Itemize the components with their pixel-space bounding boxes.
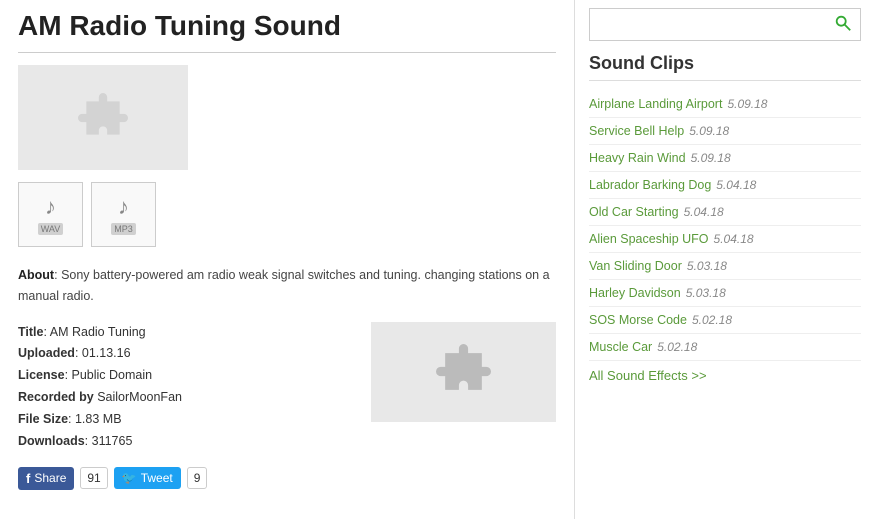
clip-date: 5.09.18 bbox=[727, 97, 767, 111]
facebook-share-button[interactable]: f Share bbox=[18, 467, 74, 490]
clip-name[interactable]: Labrador Barking Dog bbox=[589, 178, 711, 192]
downloads-label: Downloads bbox=[18, 434, 85, 448]
recorded-label: Recorded by bbox=[18, 390, 94, 404]
search-bar bbox=[589, 8, 861, 41]
info-details: Title: AM Radio Tuning Uploaded: 01.13.1… bbox=[18, 322, 207, 453]
clip-name[interactable]: Van Sliding Door bbox=[589, 259, 682, 273]
sound-clips-title: Sound Clips bbox=[589, 53, 861, 81]
license-value: Public Domain bbox=[72, 368, 153, 382]
list-item[interactable]: Van Sliding Door 5.03.18 bbox=[589, 253, 861, 280]
left-panel: AM Radio Tuning Sound ♪ WAV ♪ MP3 About:… bbox=[0, 0, 575, 519]
clip-date: 5.04.18 bbox=[714, 232, 754, 246]
list-item[interactable]: Alien Spaceship UFO 5.04.18 bbox=[589, 226, 861, 253]
clip-name[interactable]: Heavy Rain Wind bbox=[589, 151, 686, 165]
clip-date: 5.02.18 bbox=[692, 313, 732, 327]
uploaded-value: 01.13.16 bbox=[82, 346, 131, 360]
clip-name[interactable]: SOS Morse Code bbox=[589, 313, 687, 327]
fb-label: Share bbox=[34, 471, 66, 485]
list-item[interactable]: Heavy Rain Wind 5.09.18 bbox=[589, 145, 861, 172]
list-item[interactable]: Labrador Barking Dog 5.04.18 bbox=[589, 172, 861, 199]
about-text: Sony battery-powered am radio weak signa… bbox=[18, 268, 550, 303]
clip-name[interactable]: Alien Spaceship UFO bbox=[589, 232, 709, 246]
file-thumbs: ♪ WAV ♪ MP3 bbox=[18, 182, 556, 247]
clip-name[interactable]: Muscle Car bbox=[589, 340, 652, 354]
clip-name[interactable]: Service Bell Help bbox=[589, 124, 684, 138]
mp3-icon: ♪ bbox=[118, 194, 129, 220]
search-input[interactable] bbox=[590, 12, 826, 37]
license-label: License bbox=[18, 368, 65, 382]
list-item[interactable]: Service Bell Help 5.09.18 bbox=[589, 118, 861, 145]
secondary-puzzle-icon bbox=[436, 344, 491, 399]
facebook-icon: f bbox=[26, 471, 30, 486]
list-item[interactable]: Harley Davidson 5.03.18 bbox=[589, 280, 861, 307]
meta-block: Title: AM Radio Tuning Uploaded: 01.13.1… bbox=[18, 322, 207, 490]
bottom-row: Title: AM Radio Tuning Uploaded: 01.13.1… bbox=[18, 322, 556, 490]
mp3-file-thumb[interactable]: ♪ MP3 bbox=[91, 182, 156, 247]
tw-label: Tweet bbox=[141, 471, 173, 485]
twitter-icon: 🐦 bbox=[122, 471, 137, 485]
clip-name[interactable]: Harley Davidson bbox=[589, 286, 681, 300]
uploaded-label: Uploaded bbox=[18, 346, 75, 360]
secondary-thumbnail bbox=[371, 322, 556, 422]
all-sound-effects-link[interactable]: All Sound Effects >> bbox=[589, 361, 861, 383]
search-button[interactable] bbox=[826, 9, 860, 40]
clip-date: 5.04.18 bbox=[716, 178, 756, 192]
list-item[interactable]: SOS Morse Code 5.02.18 bbox=[589, 307, 861, 334]
search-icon bbox=[834, 14, 852, 32]
clip-list: Airplane Landing Airport5.09.18Service B… bbox=[589, 91, 861, 361]
about-label: About bbox=[18, 268, 54, 282]
clip-date: 5.04.18 bbox=[684, 205, 724, 219]
wav-icon: ♪ bbox=[45, 194, 56, 220]
right-panel: Sound Clips Airplane Landing Airport 5.09… bbox=[575, 0, 875, 519]
downloads-value: 311765 bbox=[92, 434, 133, 448]
filesize-value: 1.83 MB bbox=[75, 412, 122, 426]
title-label: Title bbox=[18, 325, 43, 339]
clip-date: 5.09.18 bbox=[689, 124, 729, 138]
clip-date: 5.03.18 bbox=[686, 286, 726, 300]
list-item[interactable]: Old Car Starting 5.04.18 bbox=[589, 199, 861, 226]
clip-name[interactable]: Old Car Starting bbox=[589, 205, 679, 219]
twitter-tweet-button[interactable]: 🐦 Tweet bbox=[114, 467, 181, 489]
about-block: About: Sony battery-powered am radio wea… bbox=[18, 265, 556, 308]
list-item[interactable]: Muscle Car 5.02.18 bbox=[589, 334, 861, 361]
main-thumbnail bbox=[18, 65, 188, 170]
wav-label: WAV bbox=[38, 223, 64, 235]
social-buttons: f Share 91 🐦 Tweet 9 bbox=[18, 467, 207, 490]
mp3-label: MP3 bbox=[111, 223, 136, 235]
clip-date: 5.02.18 bbox=[657, 340, 697, 354]
clip-date: 5.03.18 bbox=[687, 259, 727, 273]
recorded-value: SailorMoonFan bbox=[97, 390, 182, 404]
list-item[interactable]: Airplane Landing Airport 5.09.18 bbox=[589, 91, 861, 118]
title-value: AM Radio Tuning bbox=[50, 325, 146, 339]
page-title: AM Radio Tuning Sound bbox=[18, 10, 556, 53]
tw-count: 9 bbox=[187, 467, 208, 489]
filesize-label: File Size bbox=[18, 412, 68, 426]
fb-count: 91 bbox=[80, 467, 107, 489]
wav-file-thumb[interactable]: ♪ WAV bbox=[18, 182, 83, 247]
clip-date: 5.09.18 bbox=[691, 151, 731, 165]
clip-name[interactable]: Airplane Landing Airport bbox=[589, 97, 722, 111]
puzzle-icon bbox=[78, 93, 128, 143]
